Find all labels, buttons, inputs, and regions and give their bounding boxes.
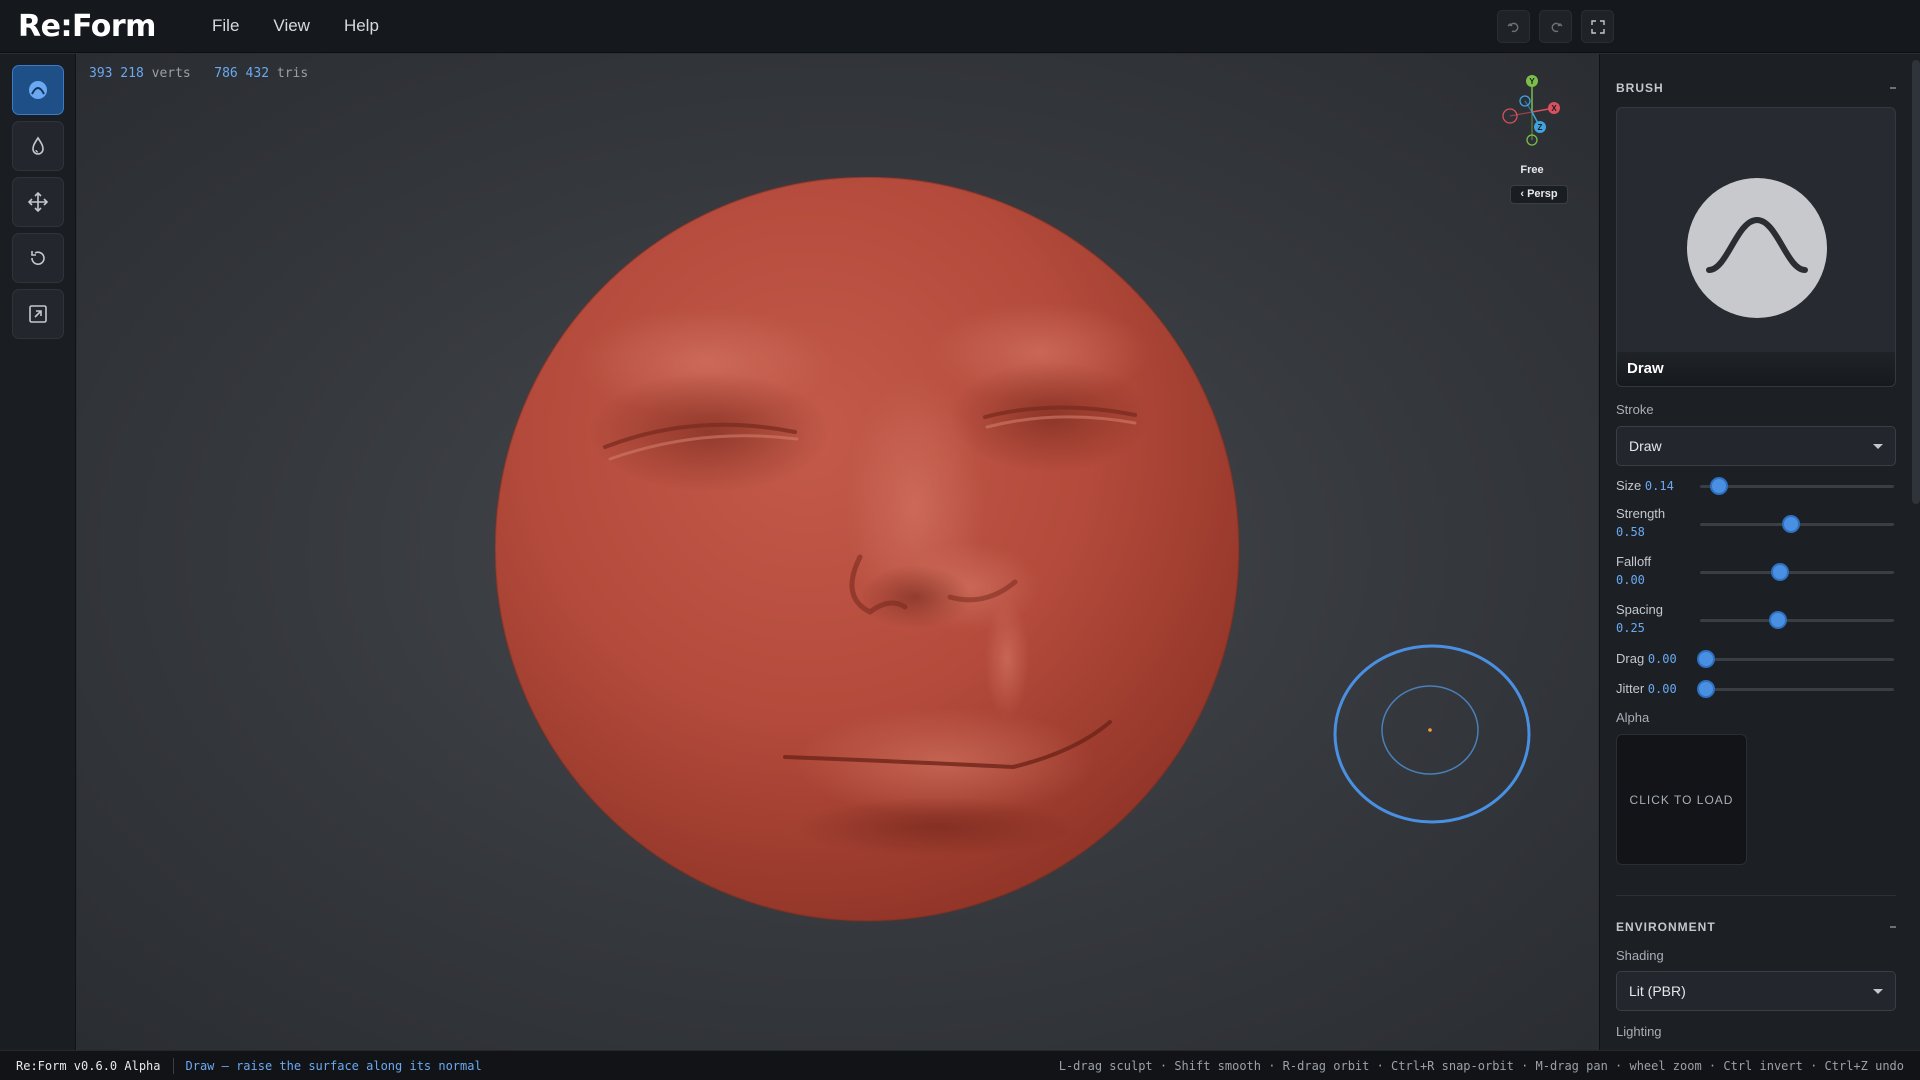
- menu-file[interactable]: File: [212, 16, 239, 36]
- menu-help[interactable]: Help: [344, 16, 379, 36]
- jitter-value: 0.00: [1647, 682, 1677, 696]
- brush-section-title: BRUSH: [1616, 81, 1664, 95]
- shading-value: Lit (PBR): [1629, 983, 1686, 999]
- projection-toggle[interactable]: ‹ Persp: [1510, 185, 1568, 204]
- falloff-slider[interactable]: [1700, 563, 1894, 581]
- environment-section-title: ENVIRONMENT: [1616, 920, 1716, 934]
- verts-count: 393 218: [89, 66, 144, 81]
- falloff-slider-thumb[interactable]: [1770, 563, 1789, 581]
- history-controls: [1497, 10, 1614, 43]
- strength-value: 0.58: [1616, 525, 1645, 539]
- size-label-text: Size: [1616, 478, 1642, 493]
- axis-z-label: Z: [1538, 123, 1543, 132]
- tool-sidebar: [0, 54, 76, 1050]
- brush-name: Draw: [1617, 352, 1895, 386]
- section-divider: [1616, 895, 1896, 896]
- properties-panel: BRUSH Draw Stroke Draw Size 0.14 Strengt…: [1599, 54, 1920, 1050]
- spacing-label-text: Spacing: [1616, 602, 1663, 617]
- camera-mode-label: Free: [1520, 164, 1544, 176]
- size-slider-thumb[interactable]: [1710, 477, 1729, 495]
- size-value: 0.14: [1644, 479, 1674, 493]
- brush-collapse-toggle[interactable]: [1890, 87, 1896, 89]
- tris-label: tris: [276, 66, 309, 81]
- falloff-curve-icon: [1706, 216, 1808, 273]
- sculpt-viewport[interactable]: 393 218 verts 786 432 tris Y X Z Free ‹ …: [77, 54, 1598, 1050]
- menu-view[interactable]: View: [273, 16, 310, 36]
- tool-tip: Draw — raise the surface along its norma…: [185, 1058, 482, 1073]
- alpha-load-button[interactable]: CLICK TO LOAD: [1616, 734, 1747, 865]
- shading-label: Shading: [1616, 948, 1664, 963]
- status-bar: Re:Form v0.6.0 Alpha Draw — raise the su…: [0, 1050, 1920, 1080]
- environment-collapse-toggle[interactable]: [1890, 926, 1896, 928]
- tool-move[interactable]: [12, 177, 64, 227]
- spacing-slider-thumb[interactable]: [1768, 611, 1787, 629]
- tool-reset[interactable]: [12, 233, 64, 283]
- tool-brush-draw[interactable]: [12, 65, 64, 115]
- drag-label: Drag 0.00: [1616, 651, 1677, 666]
- shading-select[interactable]: Lit (PBR): [1616, 971, 1896, 1011]
- strength-slider[interactable]: [1700, 515, 1894, 533]
- export-icon: [29, 305, 47, 323]
- fullscreen-icon: [1590, 19, 1605, 34]
- drag-value: 0.00: [1647, 652, 1677, 666]
- shortcut-hints: L-drag sculpt · Shift smooth · R-drag or…: [1058, 1058, 1904, 1073]
- redo-icon: [1551, 22, 1562, 32]
- verts-label: verts: [151, 66, 191, 81]
- panel-scrollbar[interactable]: [1912, 60, 1920, 504]
- tool-export[interactable]: [12, 289, 64, 339]
- jitter-label: Jitter 0.00: [1616, 681, 1677, 696]
- brush-cursor: [1333, 644, 1531, 824]
- fullscreen-button[interactable]: [1581, 10, 1614, 43]
- status-divider: [172, 1057, 174, 1074]
- falloff-label: Falloff 0.00: [1616, 554, 1651, 587]
- undo-icon: [1507, 22, 1518, 32]
- drop-icon: [32, 136, 44, 155]
- stroke-value: Draw: [1629, 438, 1662, 454]
- jitter-slider-thumb[interactable]: [1696, 680, 1715, 698]
- stroke-select[interactable]: Draw: [1616, 426, 1896, 466]
- size-label: Size 0.14: [1616, 478, 1674, 493]
- brush-preview[interactable]: Draw: [1616, 107, 1896, 387]
- redo-button[interactable]: [1539, 10, 1572, 43]
- app-logo: Re:Form: [18, 8, 156, 44]
- axis-y-label: Y: [1529, 77, 1535, 86]
- brush-icon: [29, 81, 47, 99]
- chevron-down-icon: [1873, 989, 1883, 994]
- strength-slider-thumb[interactable]: [1782, 515, 1801, 533]
- sculpt-mesh[interactable]: [495, 177, 1240, 922]
- jitter-label-text: Jitter: [1616, 681, 1645, 696]
- chevron-down-icon: [1873, 444, 1883, 449]
- alpha-label: Alpha: [1616, 710, 1650, 725]
- lighting-label: Lighting: [1616, 1024, 1662, 1039]
- reset-icon: [31, 251, 45, 265]
- strength-label-text: Strength: [1616, 506, 1666, 521]
- undo-button[interactable]: [1497, 10, 1530, 43]
- spacing-value: 0.25: [1616, 621, 1645, 635]
- falloff-preview: [1687, 178, 1827, 318]
- top-bar: Re:Form File View Help: [0, 0, 1920, 53]
- stroke-label: Stroke: [1616, 402, 1654, 417]
- version-label: Re:Form v0.6.0 Alpha: [16, 1058, 161, 1073]
- mesh-stats: 393 218 verts 786 432 tris: [89, 66, 308, 81]
- falloff-label-text: Falloff: [1616, 554, 1652, 569]
- strength-label: Strength 0.58: [1616, 506, 1665, 539]
- drag-label-text: Drag: [1616, 651, 1645, 666]
- tool-smooth[interactable]: [12, 121, 64, 171]
- size-slider[interactable]: [1700, 477, 1894, 495]
- falloff-value: 0.00: [1616, 573, 1645, 587]
- spacing-slider[interactable]: [1700, 611, 1894, 629]
- drag-slider-thumb[interactable]: [1696, 650, 1715, 668]
- axis-gizmo[interactable]: Y X Z: [1492, 72, 1572, 152]
- jitter-slider[interactable]: [1696, 680, 1894, 698]
- axis-x-label: X: [1551, 104, 1557, 113]
- drag-slider[interactable]: [1696, 650, 1894, 668]
- tris-count: 786 432: [214, 66, 270, 81]
- move-icon: [27, 191, 49, 213]
- spacing-label: Spacing 0.25: [1616, 602, 1663, 635]
